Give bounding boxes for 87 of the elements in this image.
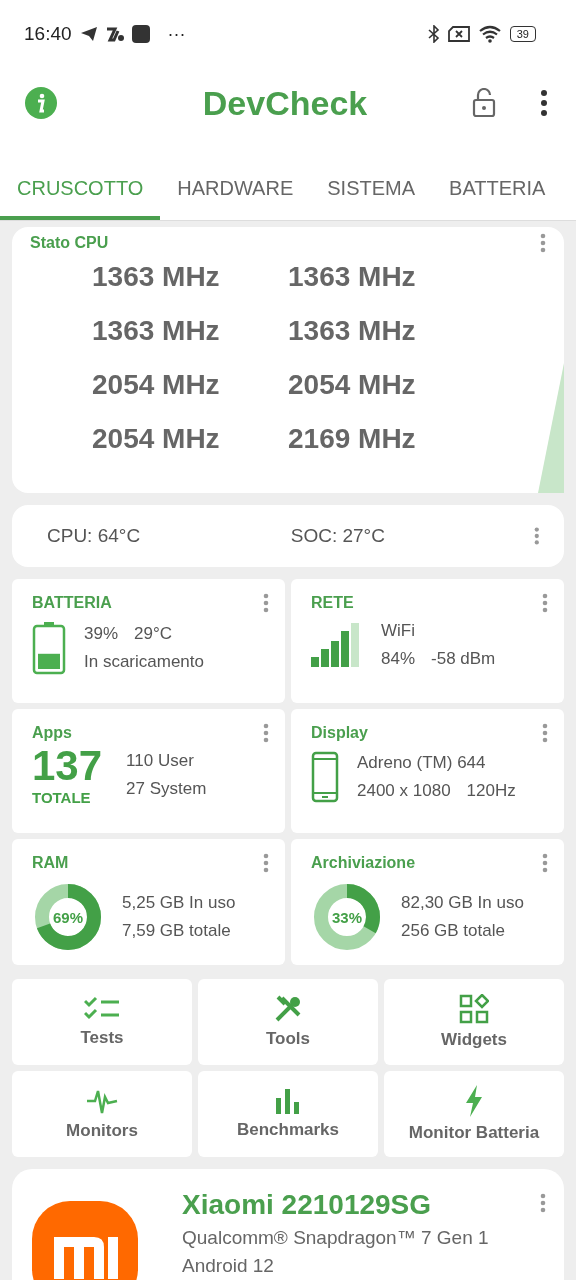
wifi-icon bbox=[477, 25, 502, 43]
more-icon[interactable] bbox=[534, 526, 540, 546]
core-frequency: 2169 MHz bbox=[288, 423, 417, 455]
battery-temperature: 29°C bbox=[134, 624, 172, 644]
core-frequency: 1363 MHz bbox=[288, 261, 417, 293]
tab[interactable]: HARDWARE bbox=[160, 138, 311, 220]
temperature-reading: SOC: 27°C bbox=[290, 525, 386, 547]
display-card[interactable]: Display Adreno (TM) 644 2400 x 1080 120Hz bbox=[291, 709, 564, 833]
os-version: Android 12 bbox=[182, 1255, 275, 1277]
bar-chart-icon bbox=[275, 1088, 301, 1114]
shortcut-button[interactable]: Tests bbox=[12, 979, 192, 1065]
storage-card[interactable]: Archiviazione 33% 82,30 GB In uso 256 GB totale bbox=[291, 839, 564, 965]
usage-donut bbox=[311, 881, 383, 953]
card-title: RAM bbox=[32, 854, 69, 872]
shortcut-button[interactable]: Monitor Batteria bbox=[384, 1071, 564, 1157]
battery-percent: 39% bbox=[84, 624, 119, 644]
lightning-icon bbox=[464, 1085, 484, 1117]
total-space: 256 GB totale bbox=[401, 921, 506, 941]
battery-status: In scaricamento bbox=[84, 652, 204, 672]
card-title: BATTERIA bbox=[32, 594, 112, 612]
signal-percent: 84% bbox=[381, 649, 416, 669]
system-apps: 27 System bbox=[126, 778, 207, 799]
more-icon[interactable] bbox=[542, 593, 548, 613]
shortcut-button[interactable]: Tools bbox=[198, 979, 378, 1065]
menu-icon[interactable] bbox=[540, 90, 548, 116]
lock-icon[interactable] bbox=[472, 88, 496, 118]
chipset: Qualcomm® Snapdragon™ 7 Gen 1 bbox=[182, 1227, 490, 1249]
more-icon[interactable] bbox=[542, 853, 548, 873]
app-title: DevCheck bbox=[201, 83, 369, 123]
device-name: Xiaomi 2210129SG bbox=[182, 1189, 433, 1221]
tab[interactable]: BATTERIA bbox=[432, 138, 563, 220]
square-icon bbox=[131, 25, 150, 43]
more-icon[interactable] bbox=[263, 593, 269, 613]
more-icon[interactable] bbox=[263, 723, 269, 743]
shortcut-button[interactable]: Benchmarks bbox=[198, 1071, 378, 1157]
used-space: 5,25 GB In uso bbox=[122, 893, 236, 913]
usage-percent: 33% bbox=[332, 908, 362, 926]
more-notifications: ··· bbox=[167, 23, 186, 45]
screen-resolution: 2400 x 1080 bbox=[357, 781, 451, 801]
card-title: Stato CPU bbox=[30, 234, 109, 252]
network-type: WiFi bbox=[381, 621, 416, 641]
shortcut-button[interactable]: Widgets bbox=[384, 979, 564, 1065]
core-frequency: 1363 MHz bbox=[92, 261, 221, 293]
usage-percent: 69% bbox=[53, 908, 83, 926]
tab[interactable]: SISTEMA bbox=[310, 138, 433, 220]
count-label: TOTALE bbox=[32, 789, 92, 806]
card-title: RETE bbox=[311, 594, 354, 612]
card-title: Display bbox=[311, 724, 368, 742]
widgets-icon bbox=[459, 994, 489, 1024]
core-frequency: 1363 MHz bbox=[288, 315, 417, 347]
no-sim-icon bbox=[447, 26, 470, 42]
status-time: 16:40 bbox=[24, 23, 72, 45]
shortcut-button[interactable]: Monitors bbox=[12, 1071, 192, 1157]
apps-card[interactable]: Apps 137 TOTALE 110 User 27 System bbox=[12, 709, 285, 833]
refresh-rate: 120Hz bbox=[466, 781, 516, 801]
core-frequency: 2054 MHz bbox=[92, 369, 221, 401]
network-card[interactable]: RETE WiFi 84% -58 dBm bbox=[291, 579, 564, 703]
used-space: 82,30 GB In uso bbox=[401, 893, 524, 913]
battery-icon bbox=[32, 621, 66, 675]
gpu-name: Adreno (TM) 644 bbox=[357, 753, 487, 773]
signal-strength: -58 dBm bbox=[431, 649, 496, 669]
temperature-reading: CPU: 64°C bbox=[47, 525, 142, 547]
send-icon bbox=[79, 26, 98, 42]
bluetooth-icon bbox=[427, 25, 440, 43]
tools-icon bbox=[274, 995, 302, 1023]
core-frequency: 2054 MHz bbox=[288, 369, 417, 401]
core-frequency: 2054 MHz bbox=[92, 423, 221, 455]
app-notification-icon bbox=[105, 26, 124, 42]
more-icon[interactable] bbox=[540, 233, 546, 253]
checklist-icon bbox=[84, 996, 120, 1022]
battery-indicator: 39 bbox=[509, 26, 536, 42]
core-frequency: 1363 MHz bbox=[92, 315, 221, 347]
battery-card[interactable]: BATTERIA 39% 29°C In scaricamento bbox=[12, 579, 285, 703]
usage-donut bbox=[32, 881, 104, 953]
device-card[interactable]: Xiaomi 2210129SG Qualcomm® Snapdragon™ 7 Gen 1 Android 12 bbox=[12, 1169, 564, 1280]
ram-card[interactable]: RAM 69% 5,25 GB In uso 7,59 GB totale bbox=[12, 839, 285, 965]
total-space: 7,59 GB totale bbox=[122, 921, 232, 941]
brand-logo-icon bbox=[32, 1201, 138, 1280]
card-title: Archiviazione bbox=[311, 854, 416, 872]
more-icon[interactable] bbox=[263, 853, 269, 873]
apps-count: 137 bbox=[32, 743, 103, 789]
phone-icon bbox=[311, 751, 339, 803]
card-title: Apps bbox=[32, 724, 72, 742]
info-icon[interactable] bbox=[24, 86, 58, 120]
user-apps: 110 User bbox=[126, 750, 195, 771]
more-icon[interactable] bbox=[540, 1193, 546, 1213]
more-icon[interactable] bbox=[542, 723, 548, 743]
